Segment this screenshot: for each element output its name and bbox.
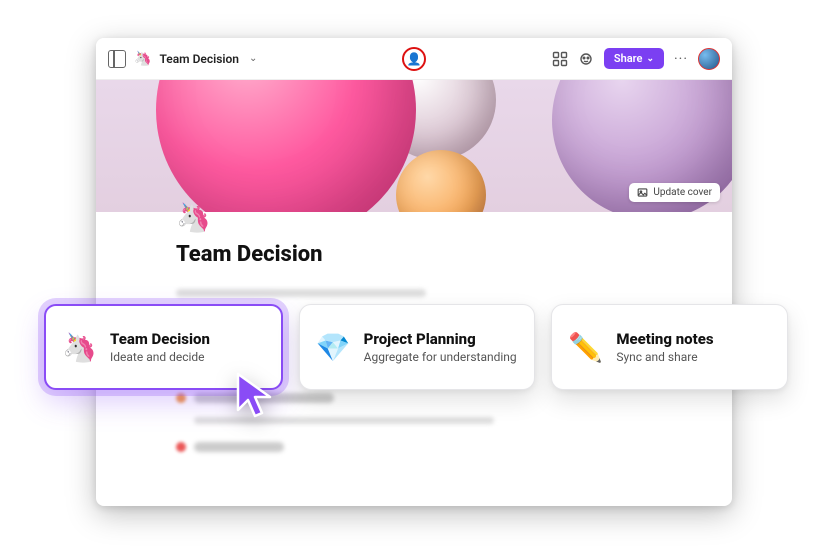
bullet-icon [176,442,186,452]
cover-sphere [156,80,416,212]
app-badge-icon[interactable]: 👤 [402,47,426,71]
more-menu-button[interactable]: ··· [674,51,688,67]
update-cover-button[interactable]: Update cover [629,183,720,202]
blurred-heading-row [176,442,652,452]
template-card-title: Project Planning [364,330,517,348]
cover-sphere [396,150,486,212]
sidebar-toggle-icon[interactable] [108,50,126,68]
update-cover-label: Update cover [653,187,712,198]
assistant-icon[interactable] [578,51,594,67]
page-emoji[interactable]: 🦄 [176,201,211,234]
topbar-left: 🦄 Team Decision ⌄ [108,50,257,68]
template-card-title: Meeting notes [616,330,713,348]
cover-image: Update cover [96,80,732,212]
app-window: 🦄 Team Decision ⌄ 👤 Share ⌄ [96,38,732,506]
topbar-center: 👤 [402,47,426,71]
template-card-title: Team Decision [110,330,210,348]
template-card-project-planning[interactable]: 💎 Project Planning Aggregate for underst… [299,304,536,390]
template-card-subtitle: Ideate and decide [110,350,210,364]
share-button-label: Share [614,52,643,65]
chevron-down-icon[interactable]: ⌄ [249,53,257,64]
page-title: Team Decision [176,242,652,267]
blurred-text-line [176,289,426,297]
template-card-emoji: 💎 [316,331,350,364]
user-avatar[interactable] [698,48,720,70]
breadcrumb-emoji: 🦄 [134,51,151,67]
template-card-subtitle: Sync and share [616,350,713,364]
topbar: 🦄 Team Decision ⌄ 👤 Share ⌄ [96,38,732,80]
template-card-subtitle: Aggregate for understanding [364,350,517,364]
template-card-emoji: 🦄 [62,331,96,364]
blurred-heading [194,442,284,452]
topbar-right: Share ⌄ ··· [552,48,720,70]
bullet-icon [176,393,186,403]
cursor-pointer-icon [232,370,276,424]
share-button[interactable]: Share ⌄ [604,48,664,69]
chevron-down-icon: ⌄ [646,54,654,64]
template-card-emoji: ✏️ [568,331,602,364]
image-icon [637,187,648,198]
template-card-meeting-notes[interactable]: ✏️ Meeting notes Sync and share [551,304,788,390]
breadcrumb-title[interactable]: Team Decision [159,52,239,66]
grid-icon[interactable] [552,51,568,67]
template-cards-row: 🦄 Team Decision Ideate and decide 💎 Proj… [44,304,788,390]
